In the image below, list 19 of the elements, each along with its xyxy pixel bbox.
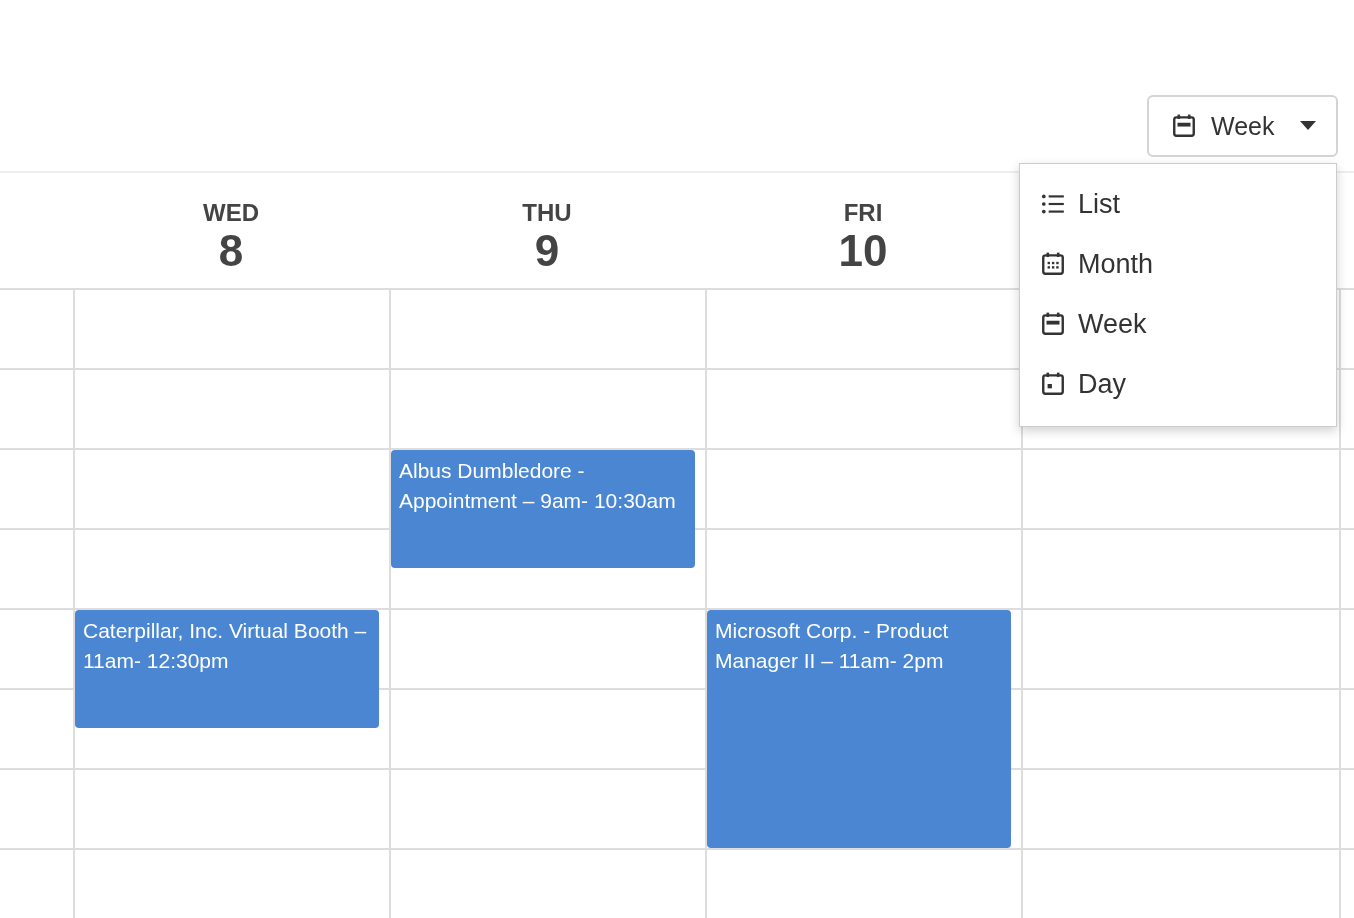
date-number: 10 <box>838 226 888 276</box>
menu-item[interactable]: Day <box>1020 354 1336 414</box>
view-dropdown-button[interactable]: Week <box>1147 95 1338 157</box>
calendar-icon <box>1040 251 1066 277</box>
calendar-icon <box>1171 113 1197 139</box>
menu-item[interactable]: Month <box>1020 234 1336 294</box>
calendar-icon <box>1040 371 1066 397</box>
calendar-event[interactable]: Albus Dumbledore - Appointment – 9am- 10:30am <box>391 450 695 568</box>
menu-item[interactable]: List <box>1020 174 1336 234</box>
calendar-event[interactable]: Caterpillar, Inc. Virtual Booth – 11am- 12:30pm <box>75 610 379 728</box>
weekday-label: THU <box>522 200 572 226</box>
date-number: 9 <box>534 226 560 276</box>
weekday-label: WED <box>203 200 259 226</box>
calendar-event[interactable]: Microsoft Corp. - Product Manager II – 11am- 2pm <box>707 610 1011 848</box>
date-number: 8 <box>218 226 244 276</box>
menu-item[interactable]: Week <box>1020 294 1336 354</box>
weekday-label: FRI <box>843 200 883 226</box>
caret-icon <box>1300 121 1316 131</box>
calendar-icon <box>1040 311 1066 337</box>
